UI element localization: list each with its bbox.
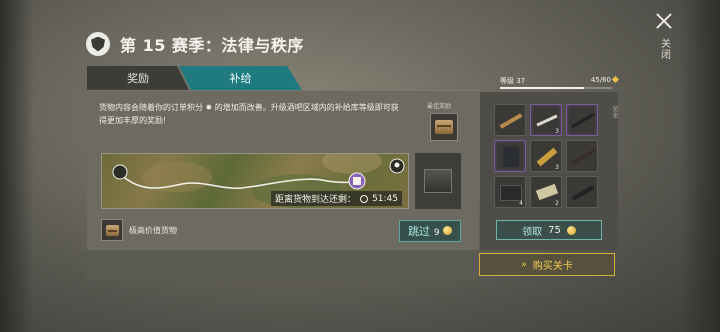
best-reward-slot[interactable] — [430, 113, 458, 141]
close-label: 关闭 — [658, 38, 670, 60]
skip-cost: 9 — [433, 227, 440, 238]
gold-coin-icon — [566, 225, 576, 235]
bottom-strip — [87, 250, 479, 280]
treasure-chest-icon — [435, 120, 453, 134]
supply-panel: 货物内容会随着你的订单积分 ✹ 的增加而改善。升级酒吧区域内的补给库等级即可获得… — [87, 90, 479, 250]
countdown-label: 距离货物到达还剩： — [275, 195, 357, 205]
tab-supply[interactable]: 补给 — [179, 66, 302, 90]
level-progress-count: 45/60 — [591, 75, 620, 84]
skip-label: 跳过 — [407, 225, 430, 238]
skip-button[interactable]: 跳过 9 — [399, 220, 461, 242]
claim-cost: 75 — [548, 224, 561, 236]
high-value-cargo-label: 极高价值货物 — [129, 226, 177, 235]
page-title: 第 15 赛季：法律与秩序 — [120, 36, 304, 55]
tab-rewards[interactable]: 奖励 — [87, 66, 189, 90]
claim-label: 领取 — [522, 226, 543, 238]
arrival-countdown: 距离货物到达还剩： 51:45 — [271, 191, 402, 206]
buy-pass-button[interactable]: » 购买关卡 — [479, 253, 615, 276]
reward-side-label: 奖金 — [611, 106, 618, 118]
background-left-shade — [0, 0, 34, 332]
reward-slot[interactable]: 2 — [530, 176, 562, 208]
cargo-chest-icon — [105, 224, 119, 236]
reward-slot[interactable]: 3 — [530, 140, 562, 172]
close-icon — [655, 12, 673, 30]
background-right-shade — [680, 0, 720, 332]
page-header: 第 15 赛季：法律与秩序 — [86, 32, 304, 56]
cargo-crate-icon — [424, 169, 452, 193]
cargo-crate-slot — [415, 153, 461, 209]
reward-slot[interactable]: 4 — [494, 176, 526, 208]
level-label: 等级 37 — [500, 77, 526, 85]
reward-slot[interactable] — [494, 104, 526, 136]
season-emblem-icon — [86, 32, 110, 56]
reward-quantity: 3 — [555, 164, 559, 171]
delivery-route-map: 距离货物到达还剩： 51:45 — [101, 153, 409, 209]
close-button[interactable]: 关闭 — [652, 12, 676, 64]
supply-description: 货物内容会随着你的订单积分 ✹ 的增加而改善。升级酒吧区域内的补给库等级即可获得… — [99, 103, 399, 125]
reward-quantity: 2 — [555, 200, 559, 207]
diamond-icon — [611, 75, 620, 84]
reward-slot[interactable] — [566, 176, 598, 208]
double-chevron-icon: » — [521, 259, 527, 270]
tab-bar: 奖励 补给 — [87, 66, 302, 90]
claim-button[interactable]: 领取 75 — [496, 220, 602, 240]
reward-quantity: 3 — [555, 128, 559, 135]
reward-slot[interactable] — [566, 140, 598, 172]
clock-icon — [360, 194, 369, 203]
countdown-time: 51:45 — [372, 193, 398, 204]
buy-pass-label: 购买关卡 — [532, 261, 573, 272]
reward-slot[interactable]: 3 — [530, 104, 562, 136]
reward-slot[interactable] — [494, 140, 526, 172]
reward-slot[interactable] — [566, 104, 598, 136]
gold-coin-icon — [443, 225, 453, 235]
high-value-cargo-slot — [101, 219, 123, 241]
reward-quantity: 4 — [519, 200, 523, 207]
best-reward-label: 最佳奖励 — [427, 103, 452, 110]
level-progress-bar — [500, 87, 612, 89]
